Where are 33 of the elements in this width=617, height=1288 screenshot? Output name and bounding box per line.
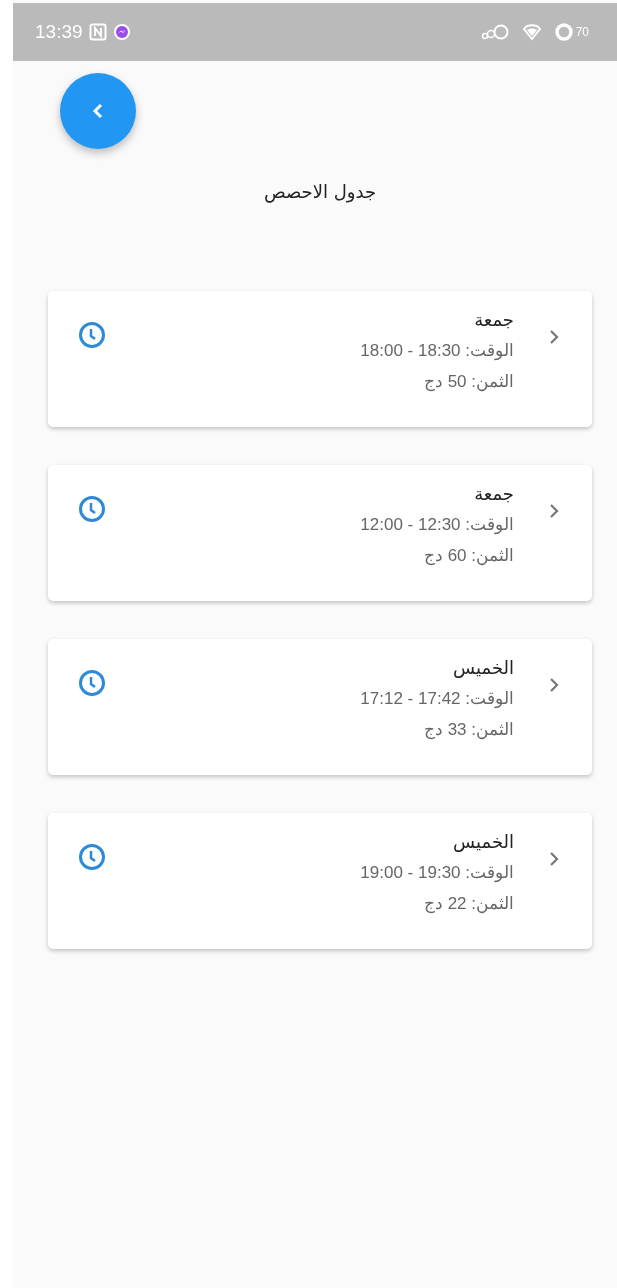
battery-ring-icon bbox=[553, 22, 574, 42]
session-day: الخميس bbox=[453, 657, 514, 678]
chevron-right-icon bbox=[548, 328, 560, 346]
nfc-icon bbox=[88, 23, 107, 41]
link-icon bbox=[479, 23, 510, 41]
chevron-right-icon bbox=[548, 676, 560, 694]
session-price: الثمن: 60 دج bbox=[423, 545, 514, 566]
session-card[interactable]: الخميس الوقت: 19:30 - 19:00 الثمن: 22 دج bbox=[48, 813, 592, 949]
session-card[interactable]: جمعة الوقت: 12:30 - 12:00 الثمن: 60 دج bbox=[48, 465, 592, 601]
messenger-icon bbox=[112, 23, 131, 41]
session-time: الوقت: 12:30 - 12:00 bbox=[360, 514, 514, 535]
chevron-right-icon bbox=[548, 850, 560, 868]
clock-icon bbox=[78, 321, 106, 349]
chevron-right-icon bbox=[548, 502, 560, 520]
session-card[interactable]: الخميس الوقت: 17:42 - 17:12 الثمن: 33 دج bbox=[48, 639, 592, 775]
clock-icon bbox=[78, 495, 106, 523]
session-price: الثمن: 22 دج bbox=[423, 893, 514, 914]
battery-level: 70 bbox=[575, 25, 589, 39]
status-time: 13:39 bbox=[35, 21, 83, 43]
clock-icon bbox=[78, 669, 106, 697]
back-chevron-icon bbox=[91, 102, 105, 120]
back-button[interactable] bbox=[60, 73, 136, 149]
clock-icon bbox=[78, 843, 106, 871]
session-day: جمعة bbox=[474, 309, 514, 330]
session-day: جمعة bbox=[474, 483, 514, 504]
page-title: جدول الاحصص bbox=[263, 181, 377, 202]
session-time: الوقت: 19:30 - 19:00 bbox=[360, 862, 514, 883]
session-time: الوقت: 17:42 - 17:12 bbox=[360, 688, 514, 709]
session-time: الوقت: 18:30 - 18:00 bbox=[360, 340, 514, 361]
session-day: الخميس bbox=[453, 831, 514, 852]
session-price: الثمن: 33 دج bbox=[423, 719, 514, 740]
session-card[interactable]: جمعة الوقت: 18:30 - 18:00 الثمن: 50 دج bbox=[48, 291, 592, 427]
session-price: الثمن: 50 دج bbox=[423, 371, 514, 392]
